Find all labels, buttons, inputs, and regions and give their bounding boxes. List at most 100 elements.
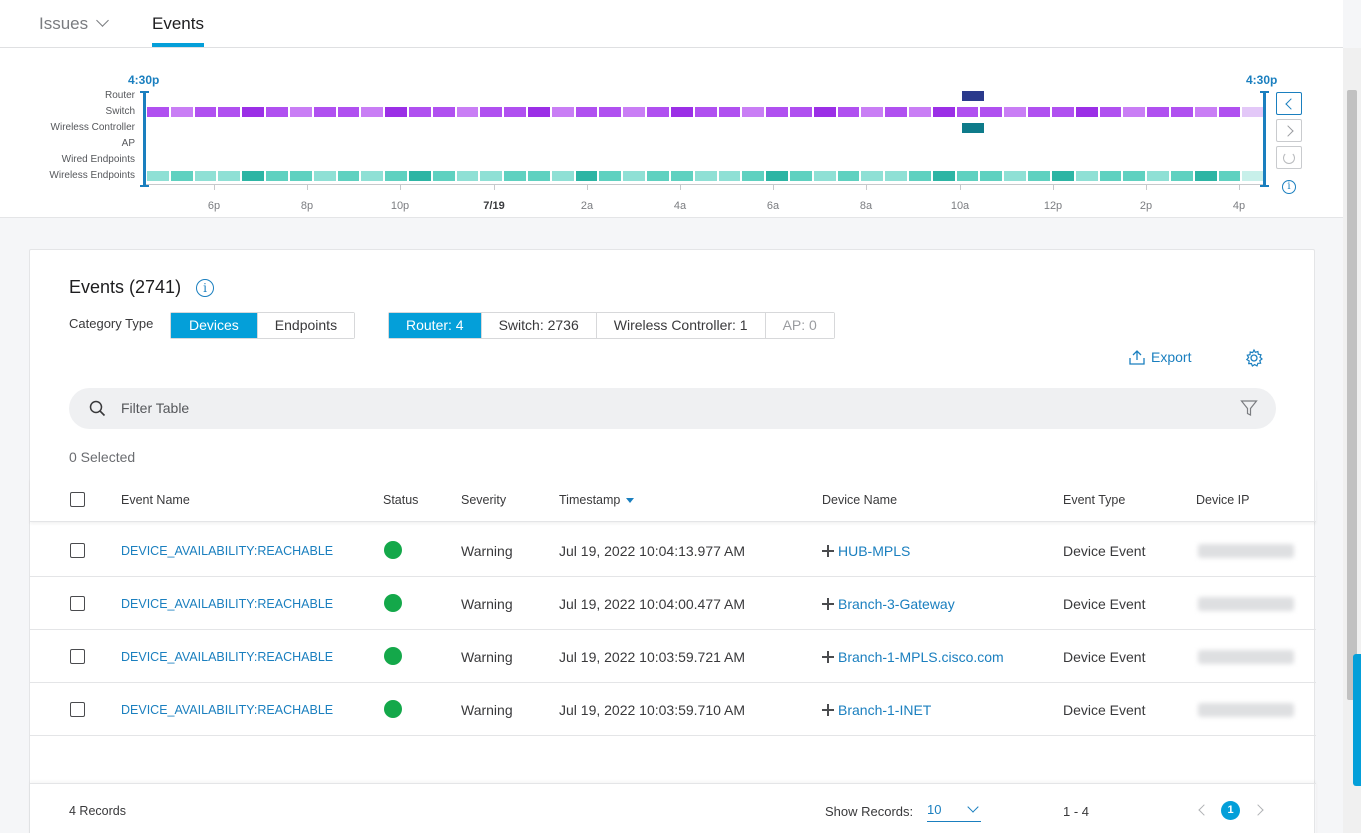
switch-event-segment[interactable]: [289, 107, 312, 117]
switch-event-segment[interactable]: [861, 107, 884, 117]
timeline-end-handle[interactable]: [1260, 91, 1269, 187]
switch-event-segment[interactable]: [170, 107, 193, 117]
switch-event-segment[interactable]: [718, 107, 741, 117]
next-page-icon[interactable]: [1252, 804, 1264, 816]
router-event-bar[interactable]: [962, 91, 984, 101]
endpoint-event-segment[interactable]: [813, 171, 836, 181]
table-row[interactable]: DEVICE_AVAILABILITY:REACHABLE Warning Ju…: [30, 683, 1316, 736]
endpoint-event-segment[interactable]: [599, 171, 622, 181]
endpoint-event-segment[interactable]: [694, 171, 717, 181]
endpoint-event-segment[interactable]: [885, 171, 907, 181]
endpoint-event-segment[interactable]: [718, 171, 741, 181]
switch-event-segment[interactable]: [1051, 107, 1074, 117]
gear-icon[interactable]: [1244, 348, 1264, 373]
switch-event-segment[interactable]: [837, 107, 860, 117]
select-all-checkbox[interactable]: [70, 492, 85, 507]
endpoint-event-segment[interactable]: [1004, 171, 1027, 181]
endpoint-event-segment[interactable]: [1170, 171, 1193, 181]
switch-event-segment[interactable]: [361, 107, 384, 117]
endpoint-event-segment[interactable]: [742, 171, 765, 181]
info-icon[interactable]: i: [1282, 180, 1296, 194]
endpoint-event-segment[interactable]: [528, 171, 550, 181]
switch-event-segment[interactable]: [456, 107, 479, 117]
endpoint-event-segment[interactable]: [1194, 171, 1217, 181]
switch-event-segment[interactable]: [551, 107, 574, 117]
switch-event-segment[interactable]: [528, 107, 550, 117]
endpoint-event-segment[interactable]: [218, 171, 241, 181]
table-row[interactable]: DEVICE_AVAILABILITY:REACHABLE Warning Ju…: [30, 524, 1316, 577]
export-button[interactable]: Export: [1129, 349, 1191, 365]
column-header-device-ip[interactable]: Device IP: [1196, 493, 1250, 507]
switch-event-segment[interactable]: [504, 107, 526, 117]
switch-event-segment[interactable]: [789, 107, 812, 117]
device-name-link[interactable]: HUB-MPLS: [822, 543, 910, 559]
endpoint-event-segment[interactable]: [623, 171, 646, 181]
endpoint-event-segment[interactable]: [861, 171, 884, 181]
endpoint-event-segment[interactable]: [432, 171, 455, 181]
page-scrollbar[interactable]: [1343, 48, 1361, 833]
switch-event-segment[interactable]: [1123, 107, 1146, 117]
endpoint-event-segment[interactable]: [456, 171, 479, 181]
filter-wireless-controller-button[interactable]: Wireless Controller: 1: [596, 313, 766, 338]
endpoint-event-segment[interactable]: [504, 171, 526, 181]
switch-event-segment[interactable]: [670, 107, 693, 117]
switch-event-segment[interactable]: [1194, 107, 1217, 117]
switch-event-segment[interactable]: [480, 107, 503, 117]
endpoint-event-segment[interactable]: [670, 171, 693, 181]
page-number-button[interactable]: 1: [1221, 801, 1240, 820]
endpoint-event-segment[interactable]: [170, 171, 193, 181]
endpoint-event-segment[interactable]: [766, 171, 788, 181]
switch-event-segment[interactable]: [432, 107, 455, 117]
switch-event-segment[interactable]: [1170, 107, 1193, 117]
switch-event-segment[interactable]: [885, 107, 907, 117]
row-checkbox[interactable]: [70, 649, 85, 664]
switch-event-segment[interactable]: [956, 107, 979, 117]
column-header-status[interactable]: Status: [383, 493, 418, 507]
switch-event-segment[interactable]: [408, 107, 431, 117]
endpoint-event-segment[interactable]: [337, 171, 360, 181]
endpoint-event-segment[interactable]: [361, 171, 384, 181]
endpoint-event-segment[interactable]: [1099, 171, 1122, 181]
switch-event-segment[interactable]: [766, 107, 788, 117]
event-name-link[interactable]: DEVICE_AVAILABILITY:REACHABLE: [121, 703, 333, 717]
tab-events[interactable]: Events: [152, 14, 204, 47]
endpoint-event-segment[interactable]: [647, 171, 669, 181]
endpoint-event-segment[interactable]: [408, 171, 431, 181]
switch-event-segment[interactable]: [694, 107, 717, 117]
switch-event-segment[interactable]: [980, 107, 1003, 117]
endpoint-event-segment[interactable]: [575, 171, 598, 181]
endpoint-event-segment[interactable]: [194, 171, 217, 181]
previous-page-icon[interactable]: [1198, 804, 1210, 816]
endpoint-event-segment[interactable]: [1051, 171, 1074, 181]
endpoint-event-segment[interactable]: [266, 171, 288, 181]
endpoint-event-segment[interactable]: [1218, 171, 1241, 181]
endpoint-event-segment[interactable]: [932, 171, 955, 181]
filter-switch-button[interactable]: Switch: 2736: [481, 313, 597, 338]
switch-event-segment[interactable]: [909, 107, 931, 117]
wireless-controller-event-bar[interactable]: [962, 123, 984, 133]
endpoint-event-segment[interactable]: [1075, 171, 1098, 181]
endpoint-event-segment[interactable]: [909, 171, 931, 181]
filter-router-button[interactable]: Router: 4: [389, 313, 482, 338]
table-row[interactable]: DEVICE_AVAILABILITY:REACHABLE Warning Ju…: [30, 577, 1316, 630]
column-header-severity[interactable]: Severity: [461, 493, 506, 507]
device-name-link[interactable]: Branch-3-Gateway: [822, 596, 955, 612]
endpoint-event-segment[interactable]: [147, 171, 169, 181]
filter-table-input[interactable]: [121, 397, 1121, 419]
timeline-start-handle[interactable]: [140, 91, 149, 187]
column-header-timestamp[interactable]: Timestamp: [559, 493, 635, 507]
switch-event-segment[interactable]: [266, 107, 288, 117]
switch-event-segment[interactable]: [1147, 107, 1169, 117]
endpoint-event-segment[interactable]: [289, 171, 312, 181]
row-checkbox[interactable]: [70, 543, 85, 558]
switch-event-segment[interactable]: [742, 107, 765, 117]
event-name-link[interactable]: DEVICE_AVAILABILITY:REACHABLE: [121, 650, 333, 664]
filter-icon[interactable]: [1240, 399, 1258, 417]
info-icon[interactable]: i: [196, 279, 214, 297]
switch-event-segment[interactable]: [194, 107, 217, 117]
switch-event-segment[interactable]: [147, 107, 169, 117]
timeline-previous-button[interactable]: [1276, 92, 1302, 115]
row-checkbox[interactable]: [70, 702, 85, 717]
endpoint-event-segment[interactable]: [551, 171, 574, 181]
endpoint-event-segment[interactable]: [789, 171, 812, 181]
